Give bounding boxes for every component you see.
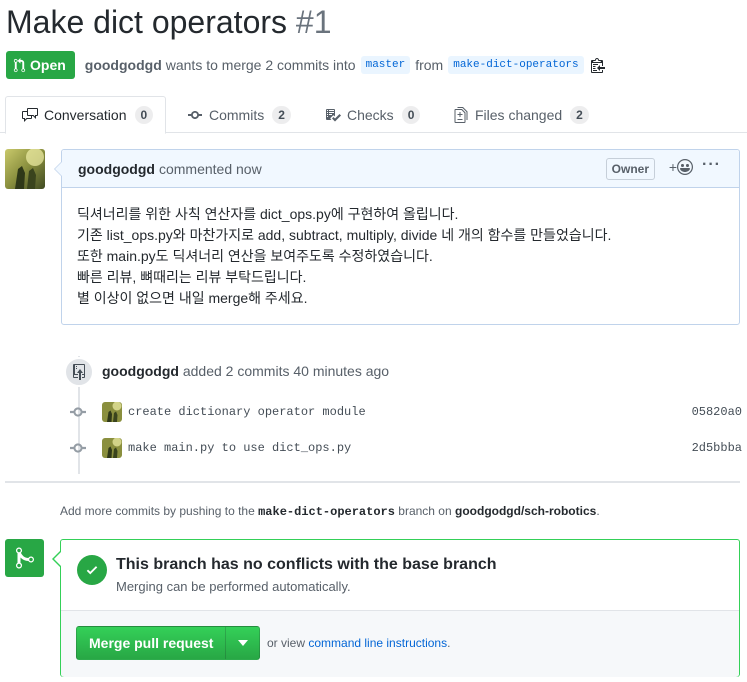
commit-row: create dictionary operator module 05820a… (70, 401, 742, 423)
push-hint-middle: branch on (398, 504, 452, 518)
tab-conversation[interactable]: Conversation 0 (5, 96, 166, 134)
repo-push-icon (73, 364, 85, 380)
git-commit-icon (188, 110, 202, 119)
git-commit-icon (70, 443, 86, 453)
triangle-down-icon (237, 640, 248, 646)
commits-event-author[interactable]: goodgodgd (102, 363, 179, 379)
from-text: from (415, 57, 444, 73)
cli-hint: or view command line instructions. (267, 636, 450, 650)
tab-checks-count: 0 (401, 105, 421, 124)
pr-number: #1 (295, 4, 332, 40)
merge-status-heading: This branch has no conflicts with the ba… (116, 556, 497, 573)
pr-meta-row: Open goodgodgd wants to merge 2 commits … (6, 51, 605, 79)
commit-message[interactable]: make main.py to use dict_ops.py (128, 441, 351, 455)
diff-icon (454, 106, 468, 123)
commit-author-avatar[interactable] (102, 402, 122, 422)
merge-summary: goodgodgd wants to merge 2 commits into … (85, 56, 605, 74)
merge-box: This branch has no conflicts with the ba… (52, 539, 740, 677)
git-commit-icon (70, 407, 86, 417)
comment-line: 기존 list_ops.py와 마찬가지로 add, subtract, mul… (77, 227, 612, 243)
owner-label: Owner (605, 158, 655, 180)
comment-body: 딕셔너리를 위한 사칙 연산자를 dict_ops.py에 구현하여 올립니다.… (62, 188, 739, 309)
comment-author[interactable]: goodgodgd (78, 161, 155, 177)
add-reaction-plus: + (668, 159, 677, 175)
tab-checks-label: Checks (347, 106, 394, 123)
commit-author-avatar[interactable] (102, 438, 122, 458)
commit-row: make main.py to use dict_ops.py 2d5bbba (70, 437, 742, 459)
tab-commits[interactable]: Commits 2 (187, 96, 291, 133)
commits-event-text: goodgodgd added 2 commits 40 minutes ago (102, 363, 389, 379)
tab-files-changed[interactable]: Files changed 2 (453, 96, 589, 133)
tab-conversation-count: 0 (134, 106, 154, 124)
merge-pull-request-button[interactable]: Merge pull request (76, 626, 227, 660)
comment-author-avatar[interactable] (5, 149, 45, 189)
comment-box: goodgodgd commented now Owner + ··· 딕셔너리… (54, 149, 740, 325)
comment-line: 빠른 리뷰, 뼈때리는 리뷰 부탁드립니다. (77, 269, 307, 285)
merge-button-group: Merge pull request (76, 626, 261, 660)
tab-files-changed-count: 2 (570, 105, 589, 124)
checklist-icon (326, 108, 341, 121)
merge-status: This branch has no conflicts with the ba… (61, 540, 739, 611)
command-line-instructions-link[interactable]: command line instructions (308, 636, 447, 650)
comment-header: goodgodgd commented now Owner + ··· (62, 150, 739, 188)
base-branch[interactable]: master (360, 56, 411, 74)
state-badge: Open (6, 51, 75, 79)
tab-commits-count: 2 (272, 105, 291, 124)
timeline-divider (5, 481, 740, 483)
comment-options-button[interactable]: ··· (702, 156, 721, 174)
check-icon (86, 566, 98, 575)
commit-message[interactable]: create dictionary operator module (128, 405, 366, 419)
push-hint-repo: goodgodgd/sch-robotics (455, 504, 597, 518)
smiley-icon (677, 159, 693, 175)
add-reaction-button[interactable]: + (669, 159, 693, 175)
comment-timestamp[interactable]: commented now (159, 161, 262, 177)
merge-status-icon-box (5, 539, 44, 577)
cli-hint-prefix: or view (267, 636, 306, 650)
comment-discussion-icon (22, 108, 38, 122)
push-hint-suffix: . (596, 504, 600, 518)
push-hint: Add more commits by pushing to the make-… (60, 504, 600, 519)
head-branch[interactable]: make-dict-operators (448, 56, 584, 74)
tab-checks[interactable]: Checks 0 (325, 96, 421, 133)
pr-tabs: Conversation 0 Commits 2 Checks 0 Files … (0, 96, 747, 134)
pr-title-text: Make dict operators (6, 4, 288, 40)
pr-title: Make dict operators #1 (6, 4, 332, 41)
git-merge-icon (15, 547, 34, 569)
comment-line: 또한 main.py도 딕셔너리 연산을 보여주도록 수정하였습니다. (77, 248, 433, 264)
commit-sha[interactable]: 2d5bbba (692, 441, 742, 455)
merge-text: wants to merge 2 commits into (165, 57, 356, 73)
state-label: Open (30, 57, 66, 73)
git-pull-request-icon (13, 57, 26, 72)
clipboard-icon[interactable] (590, 57, 605, 73)
merge-status-subtext: Merging can be performed automatically. (116, 579, 351, 594)
tab-commits-label: Commits (209, 106, 265, 123)
commits-event-summary: added 2 commits 40 minutes ago (182, 363, 390, 379)
merge-actions: Merge pull request or view command line … (61, 611, 739, 677)
push-hint-branch: make-dict-operators (258, 505, 395, 519)
comment-line: 딕셔너리를 위한 사칙 연산자를 dict_ops.py에 구현하여 올립니다. (77, 206, 459, 222)
cli-hint-suffix: . (447, 636, 451, 650)
pr-author-link[interactable]: goodgodgd (85, 57, 162, 73)
tab-files-changed-label: Files changed (475, 106, 563, 123)
commit-sha[interactable]: 05820a0 (692, 405, 742, 419)
push-hint-prefix: Add more commits by pushing to the (60, 504, 255, 518)
tab-conversation-label: Conversation (44, 107, 127, 123)
comment-line: 별 이상이 없으면 내일 merge해 주세요. (77, 290, 308, 306)
commits-event-badge (64, 357, 94, 387)
merge-method-dropdown[interactable] (226, 626, 261, 660)
merge-check-badge (77, 555, 107, 585)
